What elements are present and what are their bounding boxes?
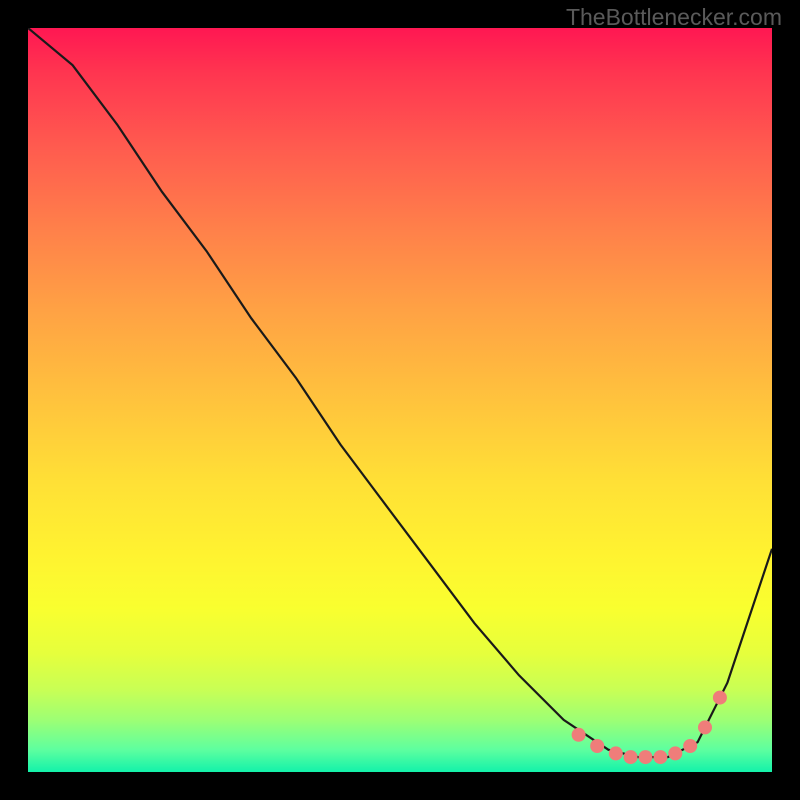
curve-marker xyxy=(609,747,622,760)
curve-marker xyxy=(624,751,637,764)
curve-path xyxy=(28,28,772,757)
curve-marker xyxy=(713,691,726,704)
curve-marker xyxy=(699,721,712,734)
curve-marker xyxy=(639,751,652,764)
curve-marker xyxy=(591,740,604,753)
watermark: TheBottlenecker.com xyxy=(566,4,782,31)
bottleneck-curve xyxy=(28,28,772,772)
curve-marker xyxy=(669,747,682,760)
curve-marker xyxy=(654,751,667,764)
curve-marker xyxy=(572,728,585,741)
chart-plot-area xyxy=(28,28,772,772)
curve-marker xyxy=(684,740,697,753)
curve-markers xyxy=(572,691,726,764)
